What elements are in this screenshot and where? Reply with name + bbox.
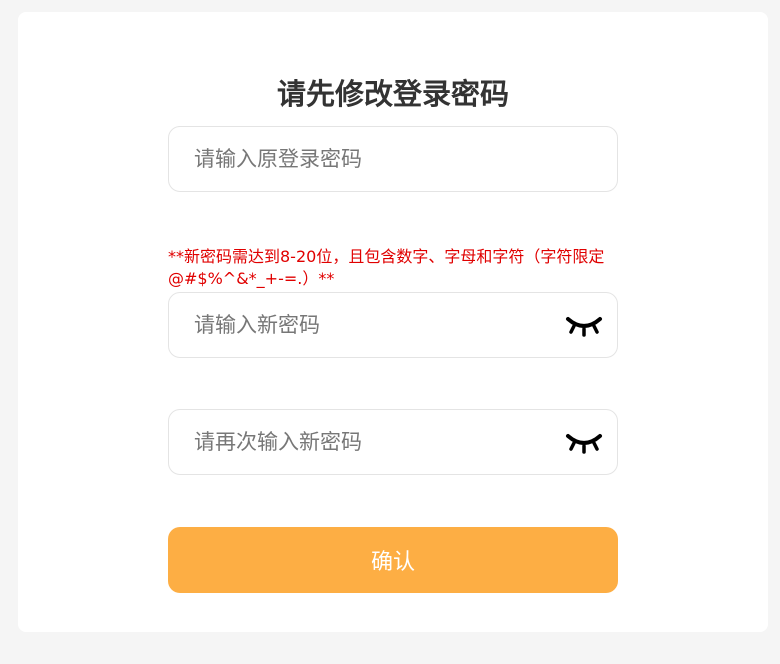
old-password-field[interactable] [168,126,618,192]
new-password-input[interactable] [169,293,617,357]
confirm-password-input[interactable] [169,410,617,474]
password-rule-hint: **新密码需达到8-20位，且包含数字、字母和字符（字符限定@#$%^&*_+-… [168,247,605,288]
page-title: 请先修改登录密码 [276,77,509,111]
change-password-card: 请先修改登录密码 **新密码需达到8-20位，且包含数字、字母和字符（字符限定@… [18,12,768,632]
confirm-button[interactable]: 确认 [168,527,618,593]
new-password-field[interactable] [168,292,618,358]
eye-closed-icon[interactable] [565,430,603,454]
eye-closed-icon[interactable] [565,313,603,337]
confirm-password-field[interactable] [168,409,618,475]
old-password-input[interactable] [169,127,617,191]
